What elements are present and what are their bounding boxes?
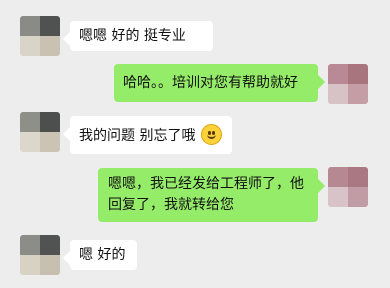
my-avatar-icon[interactable] — [328, 167, 368, 207]
message-text: 我的问题 别忘了哦 — [79, 128, 196, 144]
smile-emoji-icon — [201, 124, 223, 145]
message-text: 嗯嗯 好的 挺专业 — [79, 28, 186, 44]
contact-avatar-icon[interactable] — [20, 16, 60, 56]
message-bubble-incoming[interactable]: 嗯 好的 — [70, 240, 137, 270]
message-text: 哈哈。。培训对您有帮助就好 — [123, 75, 298, 91]
message-bubble-outgoing[interactable]: 嗯嗯，我已经发给工程师了，他 回复了，我就转给您 — [98, 168, 318, 222]
my-avatar-icon[interactable] — [328, 64, 368, 104]
message-bubble-outgoing[interactable]: 哈哈。。培训对您有帮助就好 — [114, 64, 318, 102]
message-bubble-incoming[interactable]: 我的问题 别忘了哦 — [70, 116, 232, 154]
contact-avatar-icon[interactable] — [20, 112, 60, 152]
contact-avatar-icon[interactable] — [20, 235, 60, 275]
message-text-line-2: 回复了，我就转给您 — [108, 197, 234, 213]
message-text: 嗯 好的 — [79, 247, 126, 263]
message-text-line-1: 嗯嗯，我已经发给工程师了，他 — [108, 176, 304, 192]
message-bubble-incoming[interactable]: 嗯嗯 好的 挺专业 — [70, 21, 213, 51]
